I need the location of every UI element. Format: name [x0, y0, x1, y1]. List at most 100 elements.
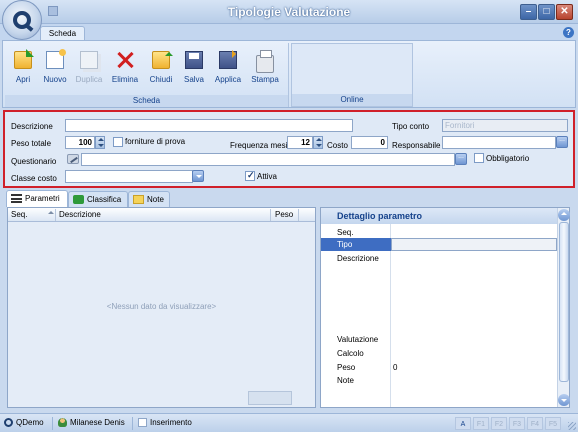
nuovo-label: Nuovo: [43, 75, 67, 84]
forniture-label: forniture di prova: [125, 137, 186, 146]
tab-parametri-label: Parametri: [25, 194, 60, 203]
key-a[interactable]: A: [455, 417, 471, 430]
status-separator: [52, 417, 53, 430]
status-bar: QDemo Milanese Denis Inserimento A F1 F2…: [0, 413, 578, 432]
group-label-online: Online: [292, 94, 412, 106]
attiva-checkbox[interactable]: [245, 170, 255, 181]
ribbon-group-scheda: Apri Nuovo Duplica Elimina Chiudi Salva …: [5, 43, 289, 107]
grid-empty-message: <Nessun dato da visualizzare>: [106, 302, 217, 311]
minimize-button[interactable]: –: [520, 4, 537, 20]
responsabile-lookup-button[interactable]: ...: [556, 136, 568, 148]
printer-icon: [256, 50, 274, 73]
folder-close-icon: [152, 51, 173, 69]
detail-key: Calcolo: [337, 349, 364, 358]
key-f4[interactable]: F4: [527, 417, 543, 430]
responsabile-label: Responsabile: [392, 141, 441, 150]
title-bar: Tipologie Valutazione – □ ✕: [0, 0, 578, 24]
detail-row-descrizione[interactable]: Descrizione: [321, 252, 557, 265]
applica-button[interactable]: Applica: [212, 49, 244, 89]
detail-row-tipo[interactable]: Tipo: [321, 238, 557, 251]
status-mode-label: Inserimento: [150, 418, 192, 427]
column-header-descrizione[interactable]: Descrizione: [59, 210, 101, 219]
detail-panel: Dettaglio parametro Seq. Tipo Descrizion…: [320, 207, 570, 408]
frequenza-spinner[interactable]: [313, 136, 323, 149]
elimina-label: Elimina: [111, 75, 139, 84]
tipo-conto-label: Tipo conto: [392, 122, 430, 131]
detail-key: Tipo: [337, 240, 353, 249]
tab-note[interactable]: Note: [128, 191, 170, 207]
nuovo-button[interactable]: Nuovo: [39, 49, 71, 89]
key-f1[interactable]: F1: [473, 417, 489, 430]
edit-pencil-icon[interactable]: [67, 154, 79, 164]
obbligatorio-checkbox[interactable]: [474, 153, 484, 163]
descrizione-label: Descrizione: [11, 122, 53, 131]
key-f2[interactable]: F2: [491, 417, 507, 430]
key-f3[interactable]: F3: [509, 417, 525, 430]
peso-totale-input[interactable]: 100: [65, 136, 95, 149]
detail-value: 0: [393, 363, 398, 372]
descrizione-input[interactable]: [65, 119, 353, 132]
grid-header: Seq. Descrizione Peso: [8, 208, 315, 222]
obbligatorio-label: Obbligatorio: [486, 154, 530, 163]
salva-button[interactable]: Salva: [178, 49, 210, 89]
duplica-button[interactable]: Duplica: [73, 49, 105, 89]
window-title: Tipologie Valutazione: [227, 5, 351, 19]
ribbon-tabs: Scheda ?: [0, 24, 578, 41]
scroll-down-icon[interactable]: [558, 394, 570, 406]
stampa-button[interactable]: Stampa: [249, 49, 281, 89]
duplica-label: Duplica: [75, 75, 103, 84]
grid-footer-cell: [248, 391, 292, 405]
detail-key: Valutazione: [337, 335, 379, 344]
detail-row-valutazione[interactable]: Valutazione: [321, 333, 557, 346]
costo-input[interactable]: 0: [351, 136, 388, 149]
status-app-label: QDemo: [16, 418, 44, 427]
classe-costo-dropdown-icon[interactable]: [192, 170, 204, 182]
classe-costo-select[interactable]: [65, 170, 193, 183]
scroll-up-icon[interactable]: [558, 209, 570, 221]
header-form: Descrizione Tipo conto Fornitori Peso to…: [3, 110, 575, 188]
app-logo-icon[interactable]: [2, 0, 42, 40]
help-icon[interactable]: ?: [563, 27, 574, 38]
scroll-thumb[interactable]: [559, 222, 569, 382]
close-button[interactable]: ✕: [556, 4, 573, 20]
status-separator: [132, 417, 133, 430]
frequenza-input[interactable]: 12: [287, 136, 313, 149]
maximize-button[interactable]: □: [538, 4, 555, 20]
resize-grip[interactable]: [568, 422, 576, 430]
column-header-peso[interactable]: Peso: [275, 210, 293, 219]
elimina-button[interactable]: Elimina: [109, 49, 141, 89]
document-icon: [138, 418, 147, 427]
tipo-value-input[interactable]: [391, 238, 557, 251]
questionario-lookup-button[interactable]: ...: [455, 153, 467, 165]
tab-classifica-label: Classifica: [87, 195, 122, 204]
tab-scheda[interactable]: Scheda: [40, 26, 85, 41]
detail-row-peso[interactable]: Peso 0: [321, 361, 557, 374]
detail-row-calcolo[interactable]: Calcolo: [321, 347, 557, 360]
forniture-checkbox[interactable]: [113, 137, 123, 147]
detail-scrollbar[interactable]: [557, 208, 570, 407]
column-header-seq[interactable]: Seq.: [11, 210, 27, 219]
questionario-input[interactable]: [81, 153, 455, 166]
parametri-grid[interactable]: Seq. Descrizione Peso <Nessun dato da vi…: [7, 207, 316, 408]
chiudi-button[interactable]: Chiudi: [145, 49, 177, 89]
tab-parametri[interactable]: Parametri: [6, 190, 68, 207]
column-separator: [298, 209, 299, 221]
folder-open-icon: [14, 49, 34, 69]
apri-button[interactable]: Apri: [7, 49, 39, 89]
ribbon: Apri Nuovo Duplica Elimina Chiudi Salva …: [2, 40, 576, 108]
status-user-label: Milanese Denis: [70, 418, 125, 427]
tipo-conto-field: Fornitori: [442, 119, 568, 132]
list-icon: [11, 194, 22, 203]
status-mode: Inserimento: [138, 418, 192, 427]
detail-row-note[interactable]: Note: [321, 374, 557, 387]
salva-label: Salva: [183, 75, 204, 84]
detail-key: Seq.: [337, 228, 354, 237]
qdemo-icon: [4, 418, 13, 427]
responsabile-input[interactable]: [442, 136, 556, 149]
detail-title: Dettaglio parametro: [321, 208, 557, 224]
peso-totale-spinner[interactable]: [95, 136, 105, 149]
tab-classifica[interactable]: Classifica: [68, 191, 128, 207]
key-f5[interactable]: F5: [545, 417, 561, 430]
chiudi-label: Chiudi: [149, 75, 173, 84]
applica-label: Applica: [214, 75, 242, 84]
